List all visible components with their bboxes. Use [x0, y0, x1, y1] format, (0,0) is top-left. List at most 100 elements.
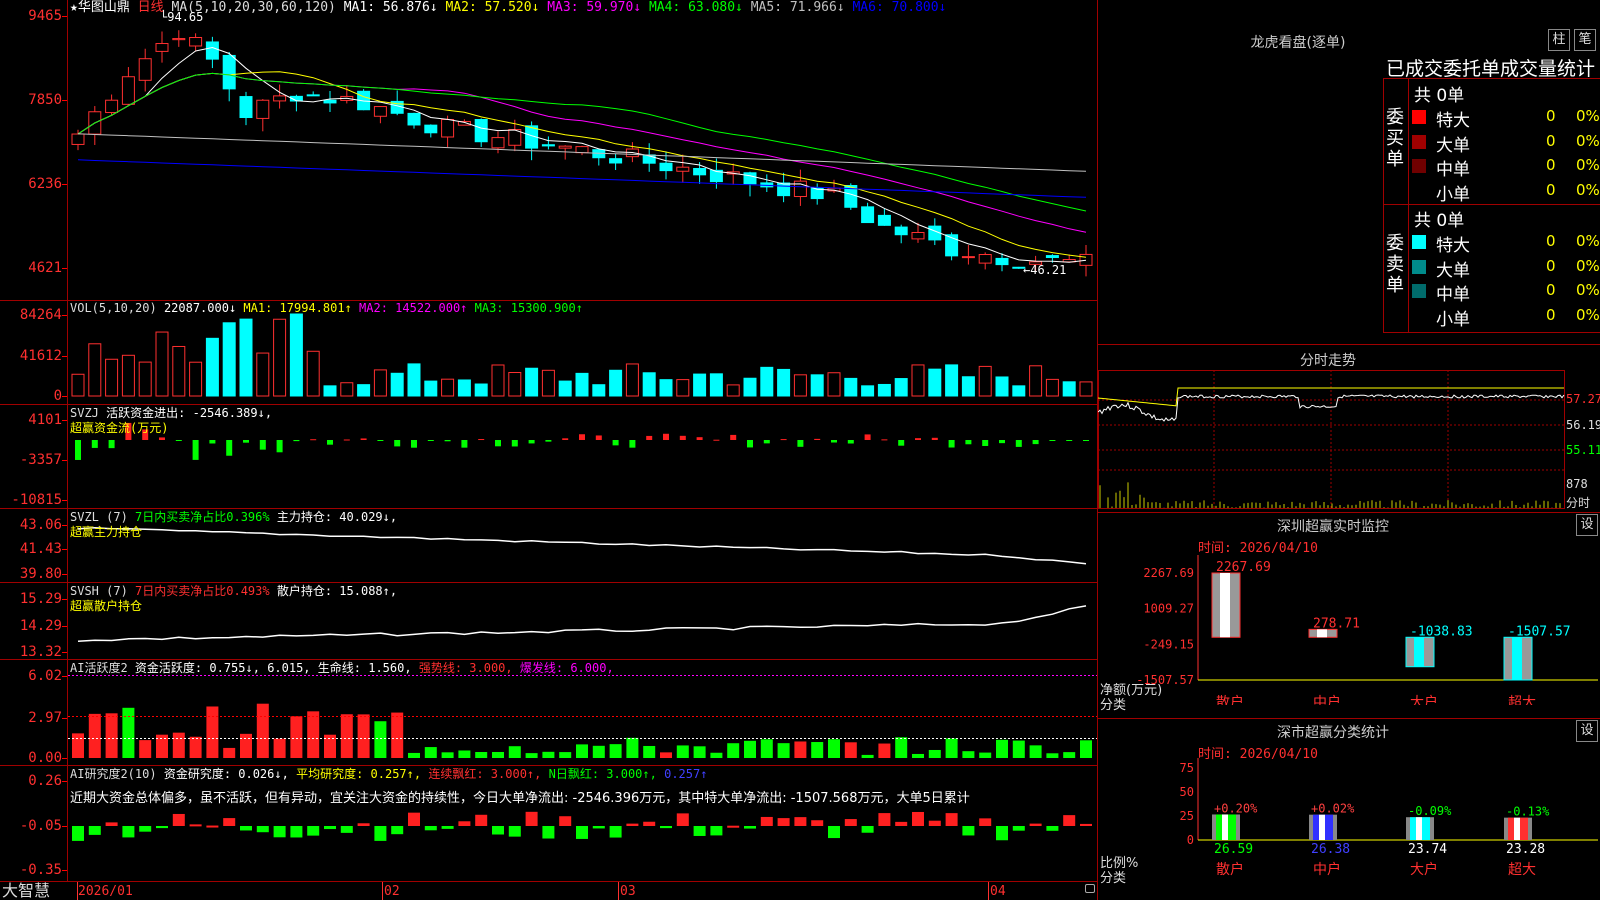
volume-bar [1012, 385, 1026, 397]
research-bar [811, 820, 824, 826]
ai2-header: AI研究度2(10) 资金研究度: 0.026↓, 平均研究度: 0.257↑,… [70, 767, 708, 781]
volume-bar [844, 377, 858, 397]
order-row: 小单 0 0% [1412, 304, 1600, 330]
activity-bar [895, 737, 908, 758]
flow-bar [1032, 440, 1039, 445]
research-bar [878, 813, 891, 826]
fenshi-title: 分时走势 [1300, 353, 1356, 369]
candle-body [71, 133, 85, 145]
activity-bar [492, 751, 504, 758]
flow-bar [1066, 440, 1073, 441]
research-bar [542, 826, 555, 839]
svzj-axis-label: -10815 [11, 492, 62, 508]
change-label: -0.13% [1506, 805, 1550, 819]
research-bar [441, 826, 454, 829]
volume-bar [978, 365, 992, 397]
ma-legend-item: MA5: 71.966↓ [742, 0, 845, 15]
activity-bar [172, 732, 185, 758]
star-icon[interactable]: ★ [70, 0, 78, 15]
order-row: 特大 0 0% [1412, 105, 1600, 131]
volume-bar [491, 364, 505, 397]
order-type: 中单 [1436, 285, 1470, 305]
btn-zhu[interactable]: 柱 [1548, 29, 1570, 51]
activity-bar [844, 742, 857, 758]
activity-bar [760, 739, 773, 758]
order-color-swatch [1412, 284, 1426, 298]
research-bar [340, 826, 353, 833]
research-bar [424, 826, 437, 831]
x-tick-label: 中户 [1313, 861, 1341, 878]
research-bar [626, 823, 639, 826]
data-label: -1507.57 [1508, 624, 1571, 639]
order-color-swatch [1412, 110, 1426, 124]
lhkp-title: 龙虎看盘(逐单) [1250, 35, 1346, 51]
order-stats-box: 委买单 委卖单 共 0单 共 0单 特大 0 0% 大单 0 0% 中单 0 0% 小单 0 0% 特… [1383, 78, 1600, 333]
research-bar [979, 818, 992, 826]
activity-bar [72, 733, 84, 758]
main-chart-area[interactable]: 9465 7850 6236 4621 84264 41612 0 4101 -… [0, 0, 1098, 900]
flow-bar [797, 440, 804, 447]
lock-icon[interactable] [1085, 884, 1095, 893]
ai2-axis-label: -0.05 [19, 818, 62, 834]
order-pct: 0% [1576, 232, 1600, 250]
volume-bar [121, 354, 135, 397]
change-label: +0.02% [1311, 802, 1355, 816]
activity-bar [542, 751, 555, 758]
candle-body [676, 166, 690, 172]
research-bar [760, 816, 773, 826]
candle-body [894, 226, 908, 236]
volume-bar [155, 331, 169, 397]
volume-bar [256, 352, 270, 397]
activity-bar [458, 750, 471, 758]
order-row: 特大 0 0% [1412, 230, 1600, 256]
activity-bar [811, 742, 824, 758]
activity-bar [88, 713, 101, 758]
volume-bar [105, 358, 119, 397]
flow-bar [276, 440, 283, 453]
research-bar [374, 826, 387, 841]
activity-bar [139, 740, 152, 758]
research-bar [643, 821, 656, 826]
volume-bar [693, 373, 707, 397]
research-bar [777, 818, 790, 826]
ai1-axis-label: 6.02 [28, 668, 62, 684]
research-bar [475, 814, 488, 826]
sz-stats-settings-button[interactable]: 设 [1576, 720, 1598, 742]
research-bar [1063, 815, 1076, 826]
candle-body [693, 168, 707, 176]
order-count: 0 [1546, 256, 1556, 275]
btn-bi[interactable]: 笔 [1574, 29, 1596, 51]
order-row: 小单 0 0% [1412, 179, 1600, 205]
activity-bar [290, 716, 303, 758]
activity-bar [424, 747, 437, 758]
ma-legend-item: MA2: 57.520↓ [437, 0, 540, 15]
candle-body [777, 182, 791, 197]
x-tick-label: 大户 [1410, 861, 1438, 878]
svzl-header: SVZL (7) 7日内买卖净占比0.396% 主力持仓: 40.029↓, 超… [70, 510, 398, 539]
volume-bar [457, 379, 471, 397]
candle-body [155, 43, 169, 52]
sz-monitor-settings-button[interactable]: 设 [1576, 514, 1598, 536]
flow-bar [192, 440, 199, 460]
flow-bar [478, 439, 485, 441]
flow-bar [646, 435, 653, 440]
x-tick-label: 超大 [1508, 862, 1536, 878]
volume-bar [928, 368, 942, 397]
volume-bar [424, 380, 438, 397]
ai1-header: AI活跃度2 资金活跃度: 0.755↓, 6.015, 生命线: 1.560,… [70, 661, 614, 675]
activity-bar [391, 712, 404, 758]
candle-body [609, 158, 623, 164]
activity-bar [861, 754, 874, 758]
volume-bar [205, 337, 219, 397]
vol-ma-legend-item: MA3: 15300.900↑ [467, 301, 583, 315]
change-label: +0.20% [1214, 801, 1258, 815]
volume-bar [676, 379, 690, 397]
stock-name: 华图山鼎 [77, 0, 130, 15]
research-bar [1046, 826, 1059, 831]
order-row: 大单 0 0% [1412, 255, 1600, 281]
volume-bar [88, 343, 102, 397]
flow-bar [881, 439, 888, 441]
activity-bar [374, 721, 387, 758]
research-bar [156, 826, 168, 829]
ma-legend-item: MA6: 70.800↓ [844, 0, 947, 15]
